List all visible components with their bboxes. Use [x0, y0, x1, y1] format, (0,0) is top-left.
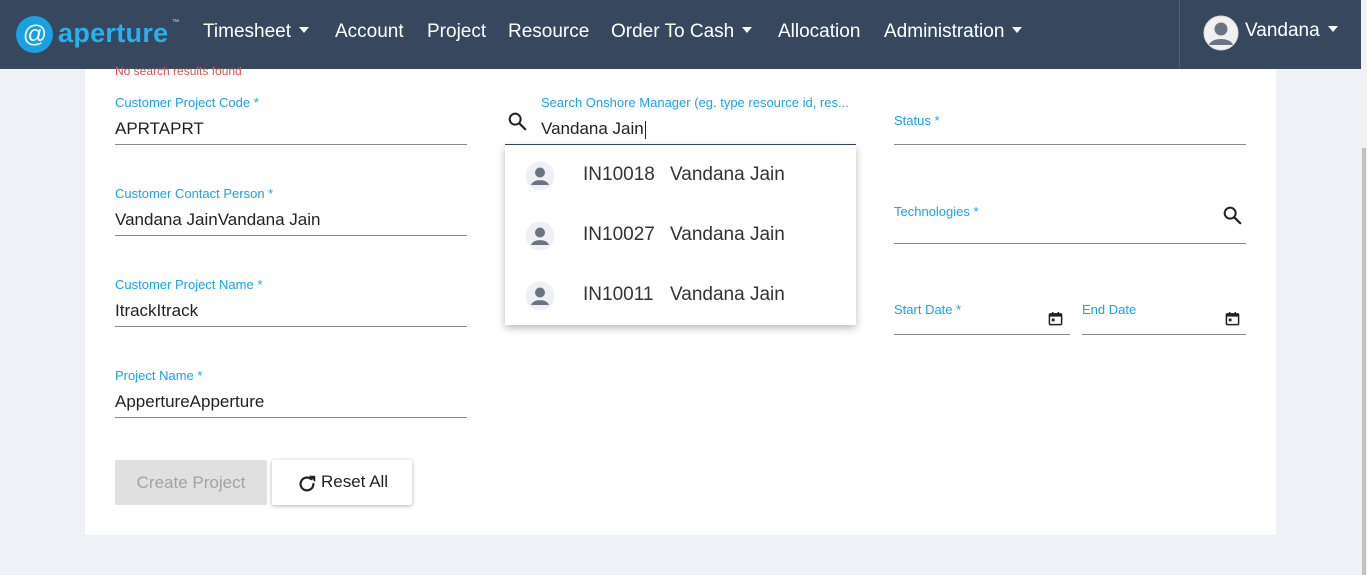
- field-underline: [115, 235, 467, 236]
- user-name: Vandana: [1245, 20, 1320, 41]
- logo-text: aperture: [58, 18, 169, 48]
- project-name-value: AppertureApperture: [115, 392, 265, 411]
- start-date-field[interactable]: Start Date *: [894, 302, 1070, 335]
- suggestion-name: Vandana Jain: [670, 284, 785, 305]
- nav-administration[interactable]: Administration: [884, 21, 1023, 43]
- user-avatar-icon[interactable]: [1203, 15, 1239, 51]
- logo-at-icon: @: [16, 16, 53, 53]
- chevron-down-icon: [1012, 26, 1023, 33]
- customer-project-name-field[interactable]: Customer Project Name * ItrackItrack: [115, 277, 467, 327]
- calendar-icon[interactable]: [1048, 311, 1063, 326]
- nav-resource-label: Resource: [508, 21, 590, 42]
- suggestion-id: IN10027: [583, 224, 655, 245]
- search-icon[interactable]: [1221, 204, 1243, 226]
- start-date-label: Start Date *: [894, 302, 962, 317]
- customer-project-name-label: Customer Project Name *: [115, 277, 263, 292]
- nav-divider: [1179, 0, 1180, 69]
- nav-administration-label: Administration: [884, 21, 1005, 42]
- user-avatar-icon: [525, 281, 555, 311]
- nav-allocation-label: Allocation: [778, 21, 861, 42]
- nav-resource[interactable]: Resource: [508, 21, 589, 43]
- field-underline: [1082, 334, 1246, 335]
- onshore-manager-suggestions: IN10018 Vandana Jain IN10027 Vandana Jai…: [505, 145, 856, 325]
- reset-all-label: Reset All: [321, 472, 389, 491]
- field-underline: [894, 334, 1070, 335]
- field-underline: [115, 144, 467, 145]
- search-icon[interactable]: [506, 110, 528, 132]
- onshore-manager-search-field[interactable]: Search Onshore Manager (eg. type resourc…: [541, 95, 856, 145]
- user-avatar-icon: [525, 221, 555, 251]
- aperture-logo[interactable]: @ aperture ™: [16, 16, 186, 56]
- nav-order-to-cash-label: Order To Cash: [611, 21, 735, 42]
- customer-project-code-value: APRTAPRT: [115, 119, 204, 138]
- customer-contact-person-field[interactable]: Customer Contact Person * Vandana JainVa…: [115, 186, 467, 236]
- chevron-down-icon: [1327, 25, 1338, 32]
- customer-project-name-value: ItrackItrack: [115, 301, 199, 320]
- onshore-manager-input[interactable]: Vandana Jain: [541, 119, 646, 139]
- field-underline: [115, 417, 467, 418]
- project-name-field[interactable]: Project Name * AppertureApperture: [115, 368, 467, 418]
- nav-account[interactable]: Account: [335, 21, 404, 43]
- customer-project-code-label: Customer Project Code *: [115, 95, 259, 110]
- nav-account-label: Account: [335, 21, 404, 42]
- suggestion-name: Vandana Jain: [670, 164, 785, 185]
- field-underline: [894, 243, 1246, 244]
- user-avatar-icon: [525, 161, 555, 191]
- suggestion-id: IN10018: [583, 164, 655, 185]
- top-navbar: @ aperture ™ Timesheet Account Project R…: [0, 0, 1361, 69]
- onshore-manager-value: Vandana Jain: [541, 119, 644, 138]
- onshore-manager-label: Search Onshore Manager (eg. type resourc…: [541, 95, 849, 110]
- create-project-button[interactable]: Create Project: [115, 460, 267, 505]
- chevron-down-icon: [299, 26, 309, 33]
- nav-allocation[interactable]: Allocation: [778, 21, 860, 43]
- suggestion-name: Vandana Jain: [670, 224, 785, 245]
- no-results-message: No search results found: [115, 64, 242, 76]
- nav-timesheet-label: Timesheet: [203, 21, 291, 42]
- calendar-icon[interactable]: [1225, 311, 1240, 326]
- suggestion-item[interactable]: IN10011 Vandana Jain: [505, 265, 856, 325]
- user-menu[interactable]: Vandana: [1245, 20, 1338, 42]
- customer-contact-person-value: Vandana JainVandana Jain: [115, 210, 321, 229]
- nav-project-label: Project: [427, 21, 487, 42]
- field-underline: [115, 326, 467, 327]
- nav-project[interactable]: Project: [427, 21, 486, 43]
- project-name-label: Project Name *: [115, 368, 203, 383]
- suggestion-item[interactable]: IN10018 Vandana Jain: [505, 145, 856, 205]
- technologies-field[interactable]: Technologies *: [894, 204, 1246, 244]
- field-underline: [894, 144, 1246, 145]
- page-scrollbar-thumb[interactable]: [1362, 148, 1366, 575]
- nav-timesheet[interactable]: Timesheet: [203, 21, 309, 43]
- end-date-label: End Date: [1082, 302, 1137, 317]
- nav-order-to-cash[interactable]: Order To Cash: [611, 21, 753, 43]
- reset-all-button[interactable]: Reset All: [272, 460, 412, 505]
- customer-project-code-field[interactable]: Customer Project Code * APRTAPRT: [115, 95, 467, 145]
- end-date-field[interactable]: End Date: [1082, 302, 1246, 335]
- logo-trademark: ™: [172, 19, 179, 26]
- chevron-down-icon: [742, 26, 753, 33]
- suggestion-id: IN10011: [583, 284, 654, 305]
- suggestion-item[interactable]: IN10027 Vandana Jain: [505, 205, 856, 265]
- customer-contact-person-label: Customer Contact Person *: [115, 186, 274, 201]
- status-label: Status *: [894, 113, 940, 128]
- refresh-icon: [299, 475, 316, 492]
- technologies-label: Technologies *: [894, 204, 979, 219]
- status-field[interactable]: Status *: [894, 113, 1246, 145]
- text-cursor: [644, 120, 646, 139]
